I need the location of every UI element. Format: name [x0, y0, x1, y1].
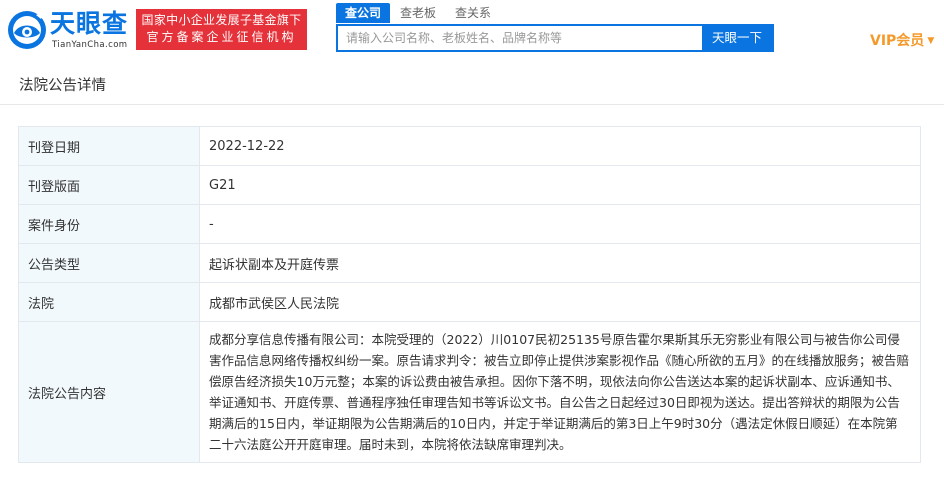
table-row: 刊登版面 G21: [18, 165, 921, 205]
slogan-line-2: 官方备案企业征信机构: [146, 30, 297, 44]
row-key-page-section: 刊登版面: [18, 165, 200, 205]
page-title: 法院公告详情: [0, 67, 944, 105]
row-key-court: 法院: [18, 282, 200, 322]
table-row: 法院 成都市武侯区人民法院: [18, 282, 921, 322]
row-value-notice-content: 成都分享信息传播有限公司：本院受理的（2022）川0107民初25135号原告霍…: [199, 321, 921, 463]
tab-search-relation[interactable]: 查关系: [447, 3, 499, 23]
row-key-case-role: 案件身份: [18, 204, 200, 244]
row-value-publish-date: 2022-12-22: [199, 126, 921, 166]
table-row: 公告类型 起诉状副本及开庭传票: [18, 243, 921, 283]
row-value-page-section: G21: [199, 165, 921, 205]
row-value-notice-type: 起诉状副本及开庭传票: [199, 243, 921, 283]
caret-down-icon: ▼: [927, 36, 935, 46]
search-box: 天眼一下: [336, 24, 774, 52]
row-key-publish-date: 刊登日期: [18, 126, 200, 166]
row-value-case-role: -: [199, 204, 921, 244]
search-button[interactable]: 天眼一下: [702, 26, 772, 50]
table-row: 刊登日期 2022-12-22: [18, 126, 921, 166]
vip-label: VIP会员: [870, 33, 925, 49]
row-value-court: 成都市武侯区人民法院: [199, 282, 921, 322]
eye-logo-icon: [8, 11, 46, 49]
notice-detail-table: 刊登日期 2022-12-22 刊登版面 G21 案件身份 - 公告类型 起诉状…: [18, 126, 921, 463]
top-navigation-bar: 天眼查 TianYanCha.com 国家中小企业发展子基金旗下 官方备案企业征…: [0, 0, 944, 68]
search-input[interactable]: [338, 26, 710, 50]
tianyancha-logo[interactable]: 天眼查 TianYanCha.com: [6, 7, 130, 53]
table-row: 法院公告内容 成都分享信息传播有限公司：本院受理的（2022）川0107民初25…: [18, 321, 921, 463]
row-key-notice-type: 公告类型: [18, 243, 200, 283]
logo-domain: TianYanCha.com: [52, 40, 128, 50]
logo-text: 天眼查: [50, 9, 129, 38]
tab-search-boss[interactable]: 查老板: [392, 3, 444, 23]
row-key-notice-content: 法院公告内容: [18, 321, 200, 463]
court-notice-card: 法院公告详情 刊登日期 2022-12-22 刊登版面 G21 案件身份 - 公…: [0, 67, 944, 497]
vip-member-menu[interactable]: VIP会员 ▼: [870, 30, 934, 50]
slogan-badge: 国家中小企业发展子基金旗下 官方备案企业征信机构: [136, 9, 307, 50]
slogan-line-1: 国家中小企业发展子基金旗下: [141, 13, 302, 27]
tab-search-company[interactable]: 查公司: [336, 3, 390, 23]
table-row: 案件身份 -: [18, 204, 921, 244]
